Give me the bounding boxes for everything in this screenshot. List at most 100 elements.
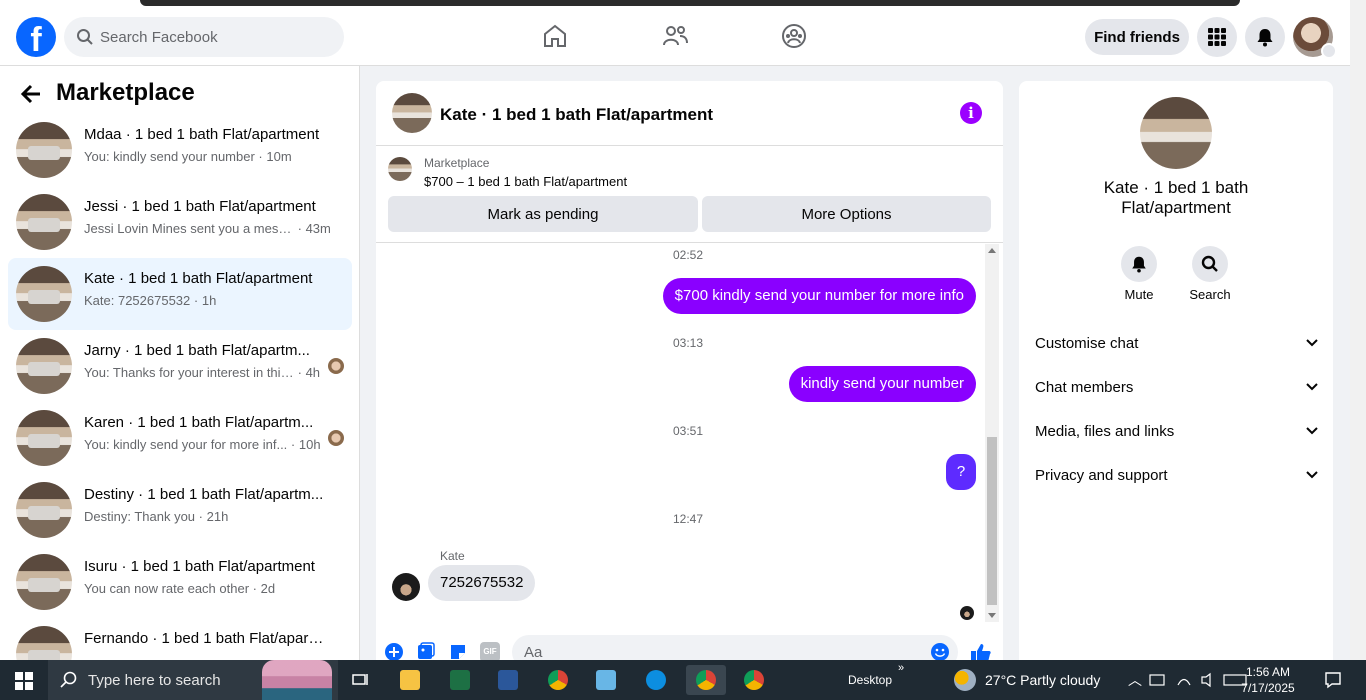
find-friends-button[interactable]: Find friends — [1085, 19, 1189, 55]
chevron-down-icon — [1321, 43, 1337, 59]
notifications-button[interactable] — [1245, 17, 1285, 57]
chevron-down-icon — [1306, 383, 1318, 391]
photo-icon[interactable] — [416, 642, 436, 660]
file-explorer-button[interactable] — [390, 665, 430, 695]
desktop-toolbar[interactable]: Desktop — [848, 673, 892, 687]
message-timestamp: 02:52 — [672, 248, 704, 262]
details-title: Kate · 1 bed 1 bath Flat/apartment — [1103, 178, 1249, 217]
mark-as-pending-button[interactable]: Mark as pending — [388, 196, 698, 232]
chevron-up-icon[interactable]: ︿ — [1128, 670, 1142, 690]
sender-name: Kate — [440, 549, 465, 563]
scroll-up-icon[interactable] — [988, 248, 996, 253]
thumbs-up-icon[interactable] — [970, 642, 992, 660]
back-arrow-icon[interactable] — [18, 80, 46, 108]
message-timestamp: 03:13 — [672, 336, 704, 350]
excel-icon — [450, 670, 470, 690]
privacy-support-section[interactable]: Privacy and support — [1035, 455, 1319, 495]
edge-icon — [646, 670, 666, 690]
sender-avatar[interactable] — [392, 573, 420, 601]
chat-panel: Kate · 1 bed 1 bath Flat/apartment i Mar… — [376, 81, 1003, 660]
outgoing-message[interactable]: ? — [946, 454, 976, 490]
home-icon[interactable] — [541, 22, 569, 50]
listing-banner: Marketplace $700 – 1 bed 1 bath Flat/apa… — [376, 147, 1003, 243]
friends-icon[interactable] — [661, 22, 689, 50]
windows-start-icon[interactable] — [15, 672, 33, 690]
task-view-button[interactable] — [340, 665, 380, 695]
conversation-item[interactable]: Jessi · 1 bed 1 bath Flat/apartment Jess… — [8, 186, 352, 258]
listing-price[interactable]: $700 – 1 bed 1 bath Flat/apartment — [424, 174, 627, 189]
toolbar-expand-icon[interactable]: » — [898, 662, 904, 674]
chrome-button[interactable] — [538, 665, 578, 695]
page-scrollbar[interactable] — [1350, 0, 1366, 660]
plus-circle-icon[interactable] — [384, 642, 404, 660]
conversation-item[interactable]: Karen · 1 bed 1 bath Flat/apartm... You:… — [8, 402, 352, 474]
chrome-profile-button[interactable] — [686, 665, 726, 695]
listing-thumbnail — [16, 626, 72, 660]
listing-thumbnail — [16, 122, 72, 178]
conversation-item[interactable]: Mdaa · 1 bed 1 bath Flat/apartment You: … — [8, 114, 352, 186]
search-input[interactable] — [100, 17, 336, 57]
emoji-icon[interactable] — [930, 642, 950, 660]
scrollbar-thumb[interactable] — [987, 437, 997, 605]
taskbar-search-input[interactable] — [88, 660, 268, 700]
info-icon[interactable]: i — [960, 102, 982, 124]
listing-photo[interactable] — [1140, 97, 1212, 169]
edge-button[interactable] — [636, 665, 676, 695]
weather-text[interactable]: 27°C Partly cloudy — [985, 672, 1100, 688]
conversation-preview: You: kindly send your for more inf... · … — [84, 437, 321, 452]
conversation-title: Jarny · 1 bed 1 bath Flat/apartm... — [84, 342, 310, 359]
conversation-preview: Jessi Lovin Mines sent you a messag... ·… — [84, 221, 331, 236]
sidebar-title: Marketplace — [56, 79, 195, 106]
more-options-button[interactable]: More Options — [702, 196, 991, 232]
outgoing-message[interactable]: kindly send your number — [788, 366, 976, 402]
conversation-item[interactable]: Fernando · 1 bed 1 bath Flat/apart... — [8, 618, 352, 660]
pc-app-button[interactable] — [586, 665, 626, 695]
word-icon — [498, 670, 518, 690]
groups-icon[interactable] — [780, 22, 808, 50]
word-button[interactable] — [488, 665, 528, 695]
search-box[interactable] — [64, 17, 344, 57]
conversation-item[interactable]: Jarny · 1 bed 1 bath Flat/apartm... You:… — [8, 330, 352, 402]
listing-thumbnail[interactable] — [392, 93, 432, 133]
clock[interactable]: 1:56 AM 7/17/2025 — [1225, 664, 1311, 696]
conversation-item-active[interactable]: Kate · 1 bed 1 bath Flat/apartment Kate:… — [8, 258, 352, 330]
chevron-down-icon — [1306, 339, 1318, 347]
listing-thumbnail[interactable] — [388, 157, 412, 181]
gif-icon[interactable]: GIF — [480, 642, 500, 660]
conversation-title: Mdaa · 1 bed 1 bath Flat/apartment — [84, 126, 320, 143]
windows-taskbar: Desktop » 27°C Partly cloudy ︿ 1:56 AM7/… — [0, 660, 1366, 700]
listing-thumbnail — [16, 194, 72, 250]
notification-center-icon[interactable] — [1324, 671, 1342, 689]
media-files-links-section[interactable]: Media, files and links — [1035, 411, 1319, 451]
weather-icon[interactable] — [954, 669, 976, 691]
menu-button[interactable] — [1197, 17, 1237, 57]
chat-details-panel: Kate · 1 bed 1 bath Flat/apartment Mute … — [1019, 81, 1333, 660]
outgoing-message[interactable]: $700 kindly send your number for more in… — [662, 278, 976, 314]
conversation-preview: You: Thanks for your interest in this...… — [84, 365, 321, 380]
bell-icon — [1257, 29, 1273, 47]
sticker-icon[interactable] — [448, 642, 468, 660]
mute-button[interactable]: Mute — [1109, 246, 1169, 302]
conversation-preview: You: kindly send your number · 10m — [84, 149, 292, 164]
chrome-profile-button[interactable] — [734, 665, 774, 695]
chat-title[interactable]: Kate · 1 bed 1 bath Flat/apartment — [440, 105, 713, 125]
conversation-item[interactable]: Isuru · 1 bed 1 bath Flat/apartment You … — [8, 546, 352, 618]
excel-button[interactable] — [440, 665, 480, 695]
conversation-item[interactable]: Destiny · 1 bed 1 bath Flat/apartm... De… — [8, 474, 352, 546]
chat-scrollbar[interactable] — [985, 244, 999, 622]
mute-label: Mute — [1124, 287, 1154, 302]
listing-thumbnail — [16, 266, 72, 322]
marketplace-sidebar: Marketplace Mdaa · 1 bed 1 bath Flat/apa… — [0, 66, 360, 660]
profile-avatar[interactable] — [1293, 17, 1337, 59]
search-icon — [77, 29, 93, 45]
chat-members-section[interactable]: Chat members — [1035, 367, 1319, 407]
seen-avatar — [960, 606, 974, 620]
search-label: Search — [1189, 287, 1231, 302]
search-chat-button[interactable]: Search — [1180, 246, 1240, 302]
listing-thumbnail — [16, 410, 72, 466]
message-input[interactable] — [512, 635, 958, 660]
incoming-message[interactable]: 7252675532 — [428, 565, 536, 601]
facebook-logo[interactable]: f — [16, 17, 56, 57]
customise-chat-section[interactable]: Customise chat — [1035, 323, 1319, 363]
scroll-down-icon[interactable] — [988, 613, 996, 618]
